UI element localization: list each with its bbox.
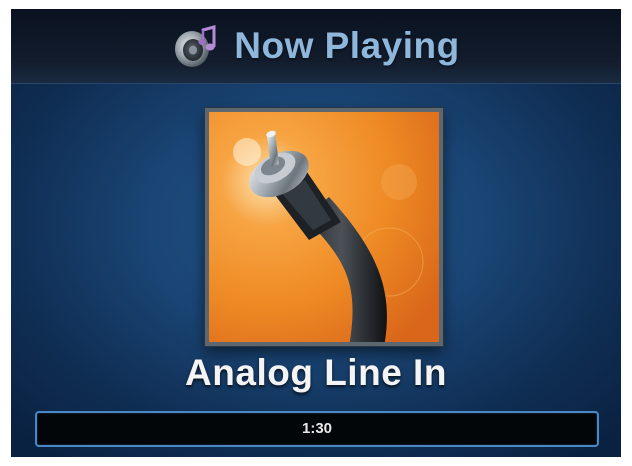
speaker-music-note-icon — [172, 22, 220, 70]
elapsed-time: 1:30 — [301, 420, 333, 437]
rca-cable-icon — [209, 112, 439, 342]
album-art — [205, 108, 443, 346]
track-title: Analog Line In — [185, 352, 447, 393]
header-bar: Now Playing — [11, 9, 621, 84]
page-title: Now Playing — [234, 25, 460, 66]
now-playing-screen: Now Playing Analog Line In 1:30 — [11, 9, 621, 457]
header-content: Now Playing — [11, 9, 621, 83]
progress-bar: 1:30 — [35, 411, 599, 447]
device-frame: Now Playing Analog Line In 1:30 — [0, 0, 632, 466]
